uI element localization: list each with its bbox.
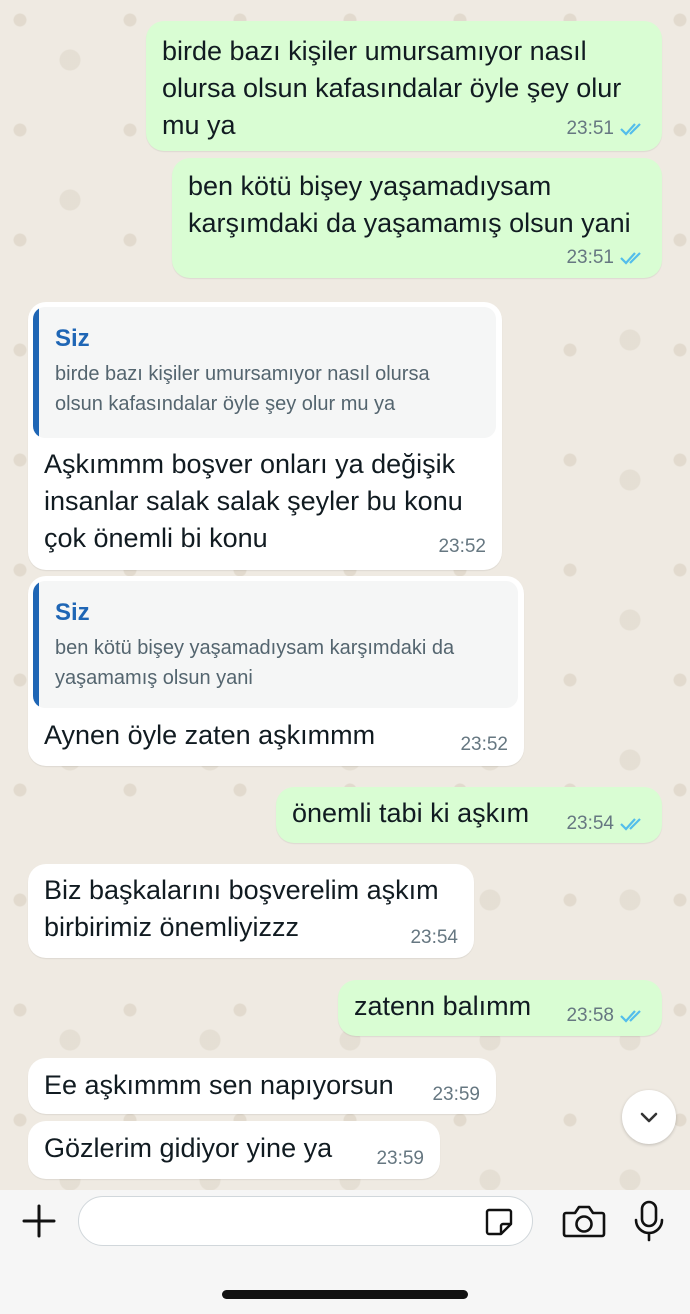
message-time: 23:54 <box>410 927 458 948</box>
message-meta: 23:51 <box>566 118 648 140</box>
message-bubble-incoming[interactable]: Gözlerim gidiyor yine ya 23:59 <box>28 1121 440 1179</box>
quote-author: Siz <box>55 325 90 352</box>
plus-icon <box>22 1204 56 1238</box>
message-bubble-incoming[interactable]: Ee aşkımmm sen napıyorsun 23:59 <box>28 1058 496 1114</box>
message-text: Gözlerim gidiyor yine ya <box>44 1133 333 1163</box>
scroll-to-bottom-button[interactable] <box>622 1090 676 1144</box>
double-check-icon <box>620 818 641 831</box>
message-meta: 23:59 <box>432 1084 480 1106</box>
message-meta: 23:58 <box>566 1005 648 1027</box>
message-bubble-outgoing[interactable]: birde bazı kişiler umursamıyor nasıl olu… <box>146 21 662 151</box>
quote-text: birde bazı kişiler umursamıyor nasıl olu… <box>55 363 430 415</box>
quoted-message[interactable]: Siz birde bazı kişiler umursamıyor nasıl… <box>33 307 496 438</box>
message-bubble-incoming[interactable]: Biz başkalarını boşverelim aşkım birbiri… <box>28 864 474 958</box>
message-time: 23:59 <box>432 1084 480 1105</box>
message-time: 23:52 <box>438 536 486 557</box>
quote-text: ben kötü bişey yaşamadıysam karşımdaki d… <box>55 637 455 689</box>
quote-accent-bar <box>33 307 39 438</box>
message-bubble-outgoing[interactable]: önemli tabi ki aşkım 23:54 <box>276 787 662 843</box>
message-time: 23:51 <box>566 118 614 139</box>
microphone-button[interactable] <box>628 1198 670 1244</box>
sticker-icon <box>485 1208 513 1236</box>
message-meta: 23:52 <box>460 734 508 756</box>
message-time: 23:59 <box>376 1148 424 1169</box>
message-bubble-outgoing[interactable]: ben kötü bişey yaşamadıysam karşımdaki d… <box>172 158 662 278</box>
home-indicator <box>222 1290 468 1299</box>
message-bubble-incoming[interactable]: Siz ben kötü bişey yaşamadıysam karşımda… <box>28 576 524 766</box>
message-time: 23:51 <box>566 247 614 268</box>
message-input-box[interactable] <box>78 1196 533 1246</box>
message-meta: 23:54 <box>566 813 648 835</box>
quoted-message[interactable]: Siz ben kötü bişey yaşamadıysam karşımda… <box>33 581 518 708</box>
microphone-icon <box>634 1200 664 1242</box>
quote-author: Siz <box>55 599 90 626</box>
message-time: 23:58 <box>566 1005 614 1026</box>
message-time: 23:54 <box>566 813 614 834</box>
message-meta: 23:52 <box>438 536 486 558</box>
sticker-button[interactable] <box>480 1203 518 1241</box>
quote-accent-bar <box>33 581 39 708</box>
message-text: Aşkımmm boşver onları ya değişik insanla… <box>44 449 463 553</box>
message-text: Ee aşkımmm sen napıyorsun <box>44 1070 394 1100</box>
message-meta: 23:54 <box>410 927 458 949</box>
message-input[interactable] <box>93 1205 477 1239</box>
message-text: zatenn balımm <box>354 991 532 1021</box>
message-text: Aynen öyle zaten aşkımmm <box>44 720 376 750</box>
message-bubble-outgoing[interactable]: zatenn balımm 23:58 <box>338 980 662 1036</box>
camera-icon <box>562 1205 606 1238</box>
message-time: 23:52 <box>460 734 508 755</box>
message-bubble-incoming[interactable]: Siz birde bazı kişiler umursamıyor nasıl… <box>28 302 502 570</box>
chevron-down-icon <box>640 1112 658 1123</box>
double-check-icon <box>620 252 641 265</box>
message-text: önemli tabi ki aşkım <box>292 798 530 828</box>
double-check-icon <box>620 1010 641 1023</box>
message-meta: 23:51 <box>566 247 648 269</box>
attach-button[interactable] <box>18 1200 60 1242</box>
message-text: ben kötü bişey yaşamadıysam karşımdaki d… <box>188 171 631 238</box>
message-text: Biz başkalarını boşverelim aşkım birbiri… <box>44 875 439 942</box>
message-meta: 23:59 <box>376 1148 424 1170</box>
double-check-icon <box>620 123 641 136</box>
camera-button[interactable] <box>560 1200 608 1242</box>
